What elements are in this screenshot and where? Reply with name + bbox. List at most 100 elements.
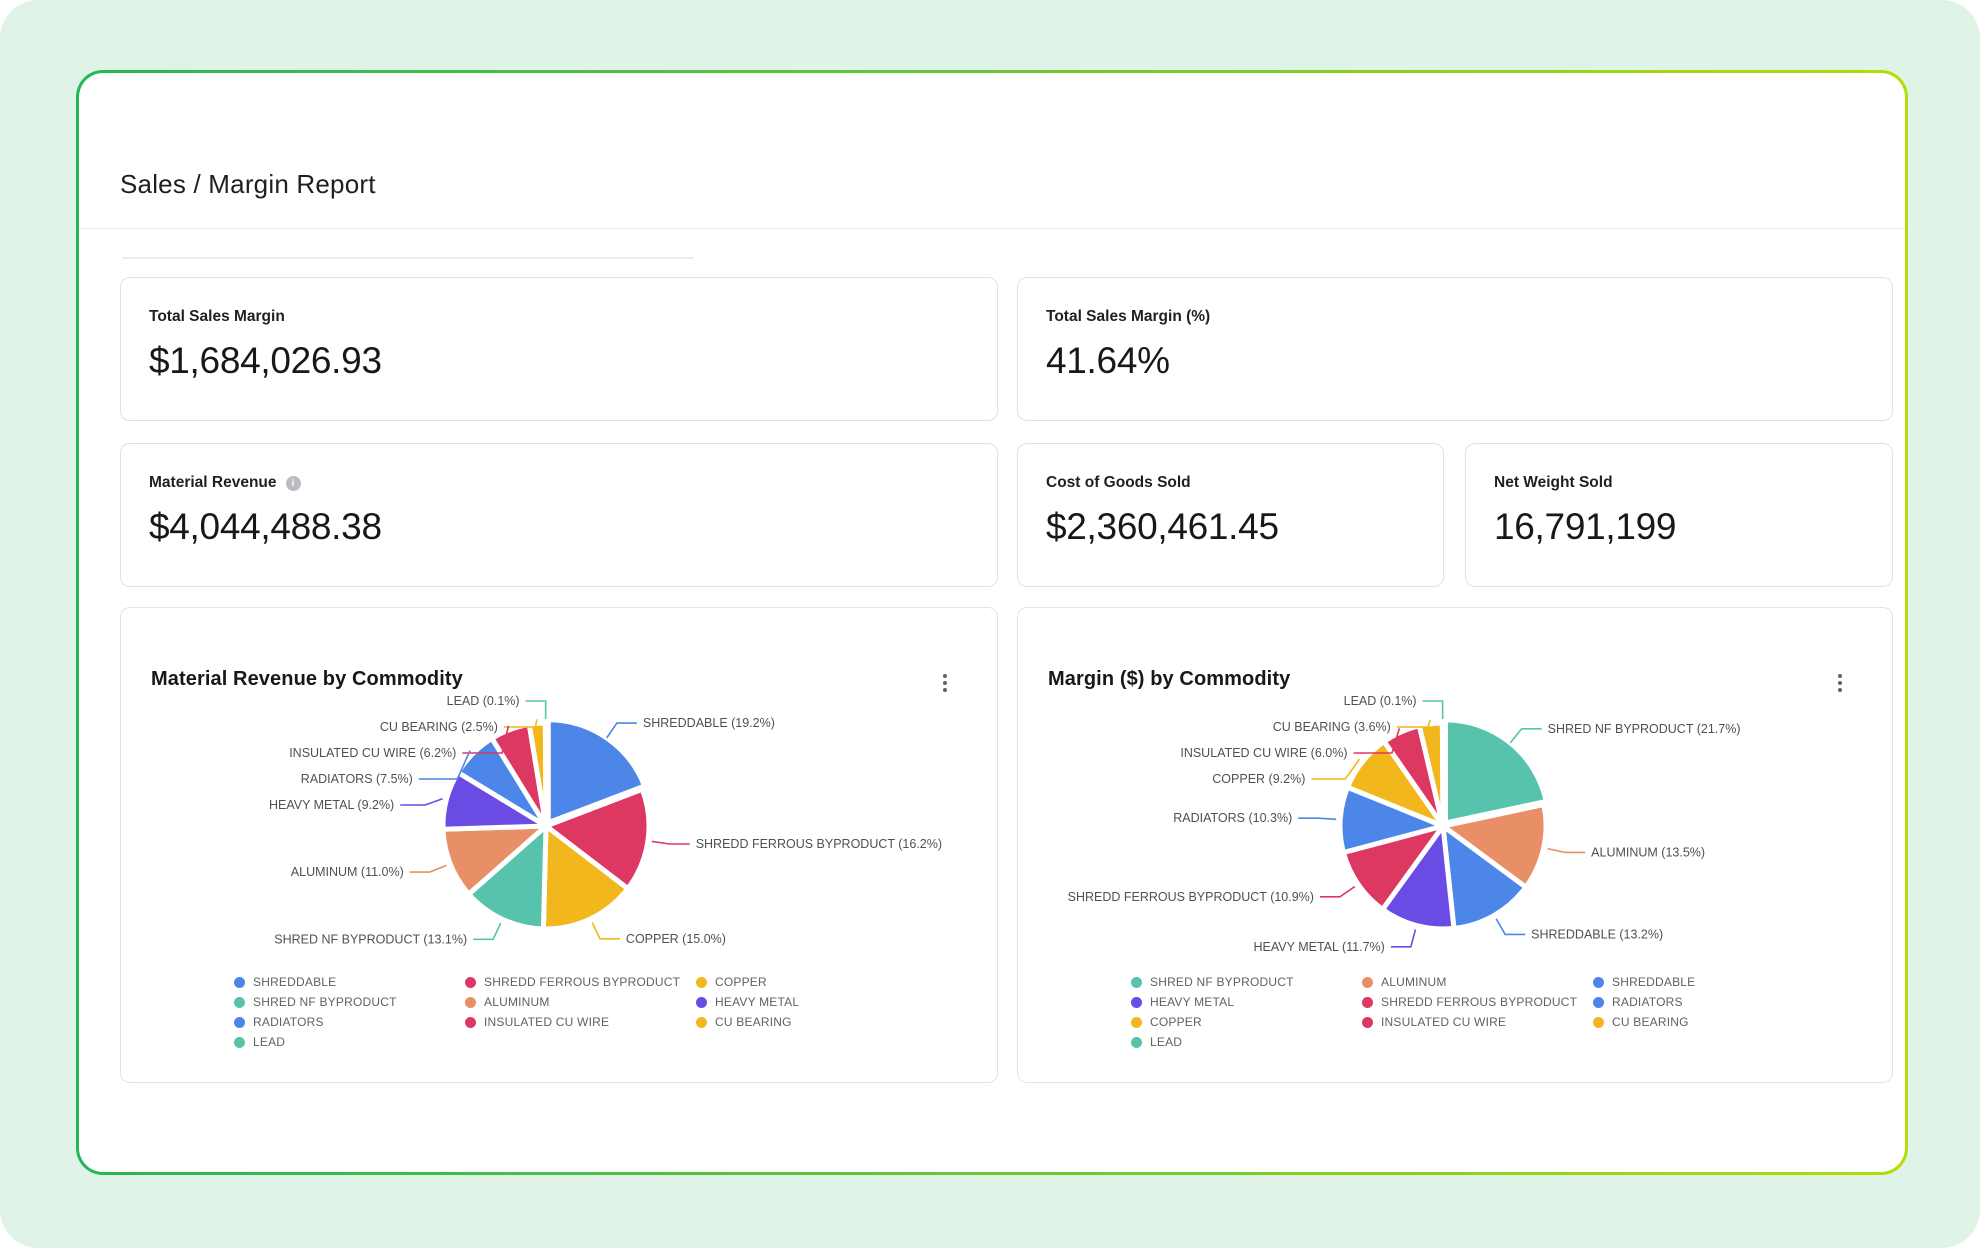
legend-label: CU BEARING [1612,1015,1689,1029]
legend-label: ALUMINUM [484,995,550,1009]
pie-slice-label: SHREDD FERROUS BYPRODUCT (16.2%) [696,837,942,851]
legend-label: LEAD [253,1035,285,1049]
legend-label: RADIATORS [253,1015,324,1029]
legend-item: SHREDDABLE [234,972,465,992]
legend-swatch [1131,1017,1142,1028]
legend-swatch [696,1017,707,1028]
page-background: Sales / Margin Report Total Sales Margin… [0,0,1980,1248]
legend-item: SHREDD FERROUS BYPRODUCT [1362,992,1593,1012]
kpi-label: Total Sales Margin (%) [1046,308,1864,326]
legend-item: SHREDDABLE [1593,972,1824,992]
legend-swatch [465,1017,476,1028]
legend-swatch [1362,997,1373,1008]
legend-swatch [234,977,245,988]
pie-label-leader-line [1548,849,1586,853]
kpi-label: Material Revenue [149,474,277,492]
legend-swatch [234,1037,245,1048]
kpi-card-total-sales-margin-pct: Total Sales Margin (%) 41.64% [1017,277,1893,421]
legend-label: HEAVY METAL [715,995,799,1009]
legend-item: LEAD [234,1032,465,1052]
legend-label: INSULATED CU WIRE [484,1015,609,1029]
legend-item: INSULATED CU WIRE [1362,1012,1593,1032]
legend-swatch [1131,977,1142,988]
legend-swatch [1131,997,1142,1008]
kpi-value: 41.64% [1046,340,1864,382]
pie-label-leader-line [1391,929,1416,946]
legend-item: LEAD [1131,1032,1362,1052]
legend-item: SHREDD FERROUS BYPRODUCT [465,972,696,992]
pie-slice-label: HEAVY METAL (11.7%) [1254,940,1385,954]
pie-slice[interactable] [1442,714,1443,817]
legend-label: COPPER [715,975,767,989]
legend-label: SHRED NF BYPRODUCT [1150,975,1294,989]
pie-slice-label: SHREDD FERROUS BYPRODUCT (10.9%) [1068,890,1314,904]
pie-slice-label: RADIATORS (10.3%) [1173,811,1292,825]
legend-swatch [696,977,707,988]
pie-label-leader-line [473,923,501,939]
pie-label-leader-line [1298,818,1336,819]
legend-item: SHRED NF BYPRODUCT [234,992,465,1012]
legend-column: COPPER HEAVY METAL CU BEARING [696,972,927,1052]
pie-label-leader-line [526,701,546,719]
info-icon[interactable]: i [286,476,301,491]
pie-label-leader-line [410,865,447,872]
pie-slice-label: LEAD (0.1%) [1344,694,1417,708]
legend-swatch [465,997,476,1008]
kpi-value: $2,360,461.45 [1046,506,1415,548]
legend-label: SHREDDABLE [253,975,336,989]
legend-swatch [696,997,707,1008]
chart-card-margin-by-commodity: Margin ($) by Commodity LEAD (0.1%)CU BE… [1017,607,1893,1083]
legend-item: HEAVY METAL [696,992,927,1012]
pie-slice-label: LEAD (0.1%) [447,694,520,708]
pie-label-leader-line [592,923,620,939]
legend-swatch [1593,977,1604,988]
pie-label-leader-line [1423,701,1443,719]
pie-slice-label: SHRED NF BYPRODUCT (21.7%) [1548,722,1741,736]
kpi-card-cost-of-goods-sold: Cost of Goods Sold $2,360,461.45 [1017,443,1444,587]
legend-label: HEAVY METAL [1150,995,1234,1009]
legend-column: SHREDD FERROUS BYPRODUCT ALUMINUM INSULATE… [465,972,696,1052]
pie-label-leader-line [1496,919,1525,935]
legend-column: SHRED NF BYPRODUCT HEAVY METAL COPPER LEAD [1131,972,1362,1052]
legend-item: COPPER [1131,1012,1362,1032]
legend-item: CU BEARING [1593,1012,1824,1032]
legend-swatch [465,977,476,988]
legend-item: ALUMINUM [465,992,696,1012]
pie-slice-label: COPPER (9.2%) [1212,772,1305,786]
legend-swatch [1362,1017,1373,1028]
legend-item: CU BEARING [696,1012,927,1032]
legend-label: SHRED NF BYPRODUCT [253,995,397,1009]
legend-column: SHREDDABLE SHRED NF BYPRODUCT RADIATORS LEA… [234,972,465,1052]
pie-slice-label: SHREDDABLE (13.2%) [1531,927,1663,941]
pie-label-leader-line [1320,887,1355,897]
kpi-card-material-revenue: Material Revenue i $4,044,488.38 [120,443,998,587]
chart-legend: SHREDDABLE SHRED NF BYPRODUCT RADIATORS LEA… [234,972,927,1052]
legend-swatch [1593,1017,1604,1028]
pie-label-leader-line [1510,729,1541,743]
legend-label: SHREDD FERROUS BYPRODUCT [1381,995,1577,1009]
pie-slice-label: COPPER (15.0%) [626,932,726,946]
chart-card-material-revenue-by-commodity: Material Revenue by Commodity LEAD (0.1%… [120,607,998,1083]
pie-slice[interactable] [545,714,546,817]
pie-slice-label: ALUMINUM (11.0%) [291,865,404,879]
kpi-label: Net Weight Sold [1494,474,1864,492]
legend-swatch [1362,977,1373,988]
legend-label: CU BEARING [715,1015,792,1029]
legend-item: HEAVY METAL [1131,992,1362,1012]
legend-column: SHREDDABLERADIATORSCU BEARING [1593,972,1824,1052]
report-card: Sales / Margin Report Total Sales Margin… [79,73,1905,1172]
kpi-value: 16,791,199 [1494,506,1864,548]
legend-item: RADIATORS [234,1012,465,1032]
kpi-value: $1,684,026.93 [149,340,969,382]
report-frame: Sales / Margin Report Total Sales Margin… [76,70,1908,1175]
legend-label: SHREDDABLE [1612,975,1695,989]
pie-slice-label: HEAVY METAL (9.2%) [269,798,394,812]
pie-slice-label: CU BEARING (2.5%) [380,720,498,734]
pie-slice-label: SHREDDABLE (19.2%) [643,716,775,730]
legend-swatch [1593,997,1604,1008]
legend-label: COPPER [1150,1015,1202,1029]
pie-label-leader-line [400,799,442,805]
legend-column: ALUMINUMSHREDD FERROUS BYPRODUCTINSULATE… [1362,972,1593,1052]
pie-slice-label: INSULATED CU WIRE (6.2%) [289,746,456,760]
legend-label: INSULATED CU WIRE [1381,1015,1506,1029]
